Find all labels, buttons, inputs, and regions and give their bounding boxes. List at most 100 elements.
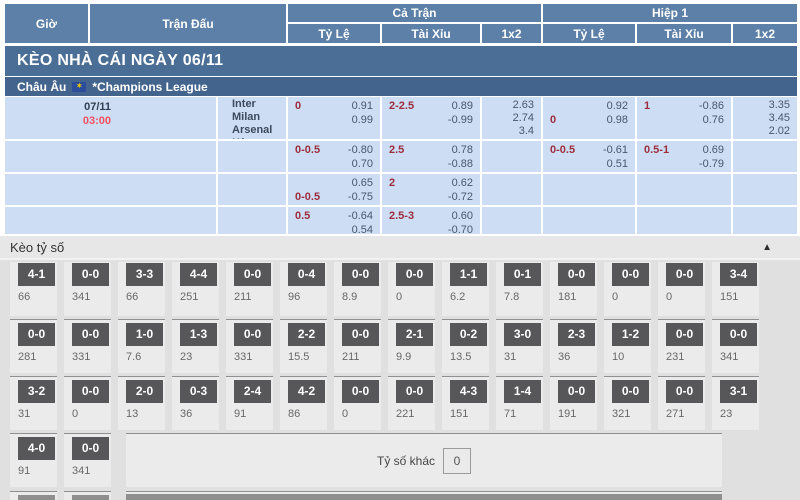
handicap-cell-h1[interactable]: [543, 174, 635, 205]
region-label: Châu Âu: [17, 80, 66, 94]
teams-cell: [218, 174, 286, 205]
score-box[interactable]: 2-4: [234, 380, 271, 403]
odds-line: 0.99: [288, 113, 380, 127]
score-odds: 31: [504, 351, 543, 363]
score-box[interactable]: 0-0: [72, 323, 109, 346]
score-box[interactable]: 4-3: [450, 380, 487, 403]
score-box[interactable]: 0-0: [558, 263, 595, 286]
score-box[interactable]: 1-4: [504, 380, 541, 403]
match-time: 03:00: [5, 114, 111, 128]
score-box[interactable]: 2-0: [126, 380, 163, 403]
overunder-cell-h1[interactable]: [637, 174, 731, 205]
odds-value: -0.64: [348, 209, 373, 223]
score-odds: 151: [720, 291, 759, 303]
score-box[interactable]: 0-0: [342, 380, 379, 403]
handicap-cell-h1[interactable]: 0-0.5-0.610.51: [543, 141, 635, 172]
1x2-cell-ft[interactable]: [482, 174, 541, 205]
odds-line: 0.76: [637, 113, 731, 127]
handicap-cell-ft[interactable]: 00.910.99: [288, 97, 380, 139]
score-box[interactable]: 0-0: [612, 263, 649, 286]
score-box[interactable]: 2-2: [288, 323, 325, 346]
score-odds: 211: [234, 291, 273, 303]
odds-line: 2.50.78: [382, 143, 480, 157]
score-box[interactable]: 0-0: [666, 323, 703, 346]
score-box[interactable]: 0-0: [342, 263, 379, 286]
score-box[interactable]: 0-0: [720, 323, 757, 346]
score-odds: 36: [180, 408, 219, 420]
score-box[interactable]: 0-3: [180, 380, 217, 403]
score-box[interactable]: 0-2: [450, 323, 487, 346]
score-box[interactable]: 0-0: [558, 380, 595, 403]
score-cell: 0-213.5: [442, 319, 489, 373]
1x2-cell-h1[interactable]: [733, 207, 797, 234]
score-box[interactable]: 0-0: [342, 323, 379, 346]
teams-cell[interactable]: Inter MilanArsenalHòa: [218, 97, 286, 139]
handicap-label: 2.5: [389, 143, 404, 157]
score-box[interactable]: 0-0: [612, 380, 649, 403]
1x2-cell-ft[interactable]: 2.632.743.4: [482, 97, 541, 139]
league-banner[interactable]: Châu Âu *Champions League: [5, 77, 797, 96]
score-cell: 0-08.9: [334, 262, 381, 316]
score-box[interactable]: 3-0: [504, 323, 541, 346]
score-box[interactable]: 0-0: [234, 323, 271, 346]
score-box[interactable]: 4-0: [18, 437, 55, 460]
1x2-cell-h1[interactable]: [733, 174, 797, 205]
score-box[interactable]: 3-1: [720, 380, 757, 403]
handicap-cell-ft[interactable]: 0.5-0.640.54: [288, 207, 380, 234]
correct-score-title: Kèo tỷ số: [10, 240, 64, 255]
odds-line: 1-0.86: [637, 99, 731, 113]
score-odds: 91: [234, 408, 273, 420]
score-cell: 2-19.9: [388, 319, 435, 373]
score-box[interactable]: 0-0: [18, 323, 55, 346]
1x2-cell-h1[interactable]: [733, 141, 797, 172]
handicap-label: 2: [389, 176, 395, 190]
score-odds: 0: [612, 291, 651, 303]
score-box[interactable]: 0-0: [72, 263, 109, 286]
overunder-cell-ft[interactable]: 2.50.78-0.88: [382, 141, 480, 172]
1x2-cell-ft[interactable]: [482, 207, 541, 234]
score-box[interactable]: 3-4: [720, 263, 757, 286]
score-box[interactable]: 4-1: [18, 263, 55, 286]
odds-line: -0.99: [382, 113, 480, 127]
score-box[interactable]: 0-0: [72, 437, 109, 460]
1x2-cell-ft[interactable]: [482, 141, 541, 172]
score-box[interactable]: 0-0: [396, 380, 433, 403]
score-box[interactable]: 3-2: [18, 380, 55, 403]
handicap-cell-h1[interactable]: [543, 207, 635, 234]
collapse-up-icon[interactable]: ▲: [762, 242, 772, 253]
score-box[interactable]: 0-0: [234, 263, 271, 286]
score-box[interactable]: 0-0: [396, 263, 433, 286]
overunder-cell-ft[interactable]: 2.5-30.60-0.70: [382, 207, 480, 234]
odds-line: 00.98: [543, 113, 635, 127]
overunder-cell-h1[interactable]: [637, 207, 731, 234]
overunder-cell-h1[interactable]: 1-0.860.76: [637, 97, 731, 139]
handicap-cell-h1[interactable]: 0.9200.98: [543, 97, 635, 139]
score-box[interactable]: 2-3: [558, 323, 595, 346]
league-label: *Champions League: [92, 80, 207, 94]
other-score-input[interactable]: 0: [443, 448, 471, 474]
score-box[interactable]: 0-0: [72, 380, 109, 403]
score-box[interactable]: 1-3: [180, 323, 217, 346]
score-box[interactable]: 0-4: [288, 263, 325, 286]
overunder-cell-h1[interactable]: 0.5-10.69-0.79: [637, 141, 731, 172]
score-odds: 211: [342, 351, 381, 363]
score-box[interactable]: 1-2: [612, 323, 649, 346]
score-box[interactable]: 4-2: [288, 380, 325, 403]
score-odds: 13: [126, 408, 165, 420]
score-box[interactable]: 0-1: [504, 263, 541, 286]
score-box[interactable]: 1-0: [126, 323, 163, 346]
score-box[interactable]: 3-3: [126, 263, 163, 286]
score-box[interactable]: 4-4: [180, 263, 217, 286]
score-odds: 10: [612, 351, 651, 363]
score-box[interactable]: 0-0: [666, 263, 703, 286]
score-box[interactable]: 0-0: [666, 380, 703, 403]
1x2-cell-h1[interactable]: 3.353.452.02: [733, 97, 797, 139]
overunder-cell-ft[interactable]: 20.62-0.72: [382, 174, 480, 205]
handicap-cell-ft[interactable]: 0.650-0.5-0.75: [288, 174, 380, 205]
handicap-cell-ft[interactable]: 0-0.5-0.800.70: [288, 141, 380, 172]
overunder-cell-ft[interactable]: 2-2.50.89-0.99: [382, 97, 480, 139]
team-name: Arsenal: [232, 124, 286, 137]
score-box[interactable]: 1-1: [450, 263, 487, 286]
header-overunder-h1: Tài Xỉu: [637, 24, 731, 43]
score-box[interactable]: 2-1: [396, 323, 433, 346]
